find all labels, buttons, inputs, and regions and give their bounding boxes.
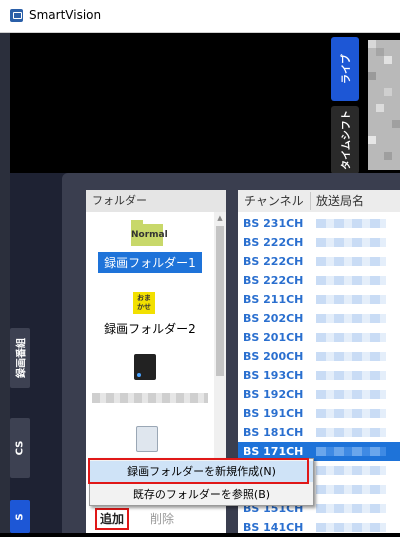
channel-row[interactable]: BS 202CH <box>238 309 400 328</box>
channel-number: BS 191CH <box>243 407 304 420</box>
station-name-redacted <box>316 371 386 380</box>
folder-item-label: 録画フォルダー2 <box>104 322 196 336</box>
channel-row[interactable]: BS 201CH <box>238 328 400 347</box>
folder-item-hdd[interactable] <box>86 354 214 407</box>
channel-number: BS 200CH <box>243 350 304 363</box>
station-name-redacted <box>316 485 386 494</box>
folder-item-2[interactable]: おま かせ 録画フォルダー2 <box>86 292 214 337</box>
channel-row[interactable]: BS 181CH <box>238 423 400 442</box>
channel-row[interactable]: BS 222CH <box>238 233 400 252</box>
tab-bs[interactable]: S <box>10 500 30 533</box>
column-header-channel[interactable]: チャンネル <box>244 190 304 212</box>
folder-item-label-redacted <box>92 393 208 403</box>
tab-timeshift[interactable]: タイムシフト <box>331 106 359 174</box>
channel-row[interactable]: BS 222CH <box>238 252 400 271</box>
channel-row[interactable]: BS 193CH <box>238 366 400 385</box>
window-title: SmartVision <box>29 8 102 22</box>
channel-row[interactable]: BS 192CH <box>238 385 400 404</box>
normal-folder-icon: Normal <box>131 220 168 246</box>
station-name-redacted <box>316 352 386 361</box>
tab-recorded-programs[interactable]: 録画番組 <box>10 328 30 388</box>
channel-row[interactable]: BS 222CH <box>238 271 400 290</box>
title-bar: SmartVision <box>0 0 400 33</box>
folder-item-label: 録画フォルダー1 <box>98 252 202 273</box>
channel-number: BS 192CH <box>243 388 304 401</box>
folder-item-usb[interactable] <box>86 426 214 452</box>
hdd-icon <box>134 354 156 380</box>
channel-number: BS 222CH <box>243 236 304 249</box>
station-name-redacted <box>316 523 386 532</box>
delete-button[interactable]: 削除 <box>150 510 174 527</box>
folder-header: フォルダー <box>86 190 226 212</box>
folder-scrollbar[interactable]: ▲ <box>214 212 226 499</box>
station-name-redacted <box>316 295 386 304</box>
menu-item-new-folder[interactable]: 録画フォルダーを新規作成(N) <box>90 461 313 482</box>
station-name-redacted <box>316 504 386 513</box>
channel-list-header: チャンネル 放送局名 <box>238 190 400 212</box>
left-side-strip <box>0 33 10 533</box>
channel-number: BS 141CH <box>243 521 304 534</box>
context-menu: 録画フォルダーを新規作成(N) 既存のフォルダーを参照(B) <box>89 458 314 506</box>
station-name-redacted <box>316 428 386 437</box>
omakase-folder-icon: おま かせ <box>133 292 155 314</box>
station-name-redacted <box>316 447 386 456</box>
channel-row[interactable]: BS 191CH <box>238 404 400 423</box>
station-name-redacted <box>316 257 386 266</box>
station-name-redacted <box>316 390 386 399</box>
tab-live-label: ライブ <box>341 54 353 84</box>
video-area <box>10 33 360 173</box>
channel-number: BS 193CH <box>243 369 304 382</box>
station-name-redacted <box>316 238 386 247</box>
scroll-up-icon[interactable]: ▲ <box>214 212 226 224</box>
app-icon <box>10 9 23 22</box>
scroll-thumb[interactable] <box>216 226 224 376</box>
channel-row[interactable]: BS 231CH <box>238 214 400 233</box>
channel-row[interactable]: BS 141CH <box>238 518 400 537</box>
station-name-redacted <box>316 466 386 475</box>
add-button[interactable]: 追加 <box>95 508 129 530</box>
station-name-redacted <box>316 314 386 323</box>
channel-number: BS 202CH <box>243 312 304 325</box>
channel-number: BS 222CH <box>243 255 304 268</box>
tab-bs-label: S <box>14 512 26 521</box>
tab-live[interactable]: ライブ <box>331 37 359 101</box>
blurred-thumbnail-strip <box>368 40 400 170</box>
station-name-redacted <box>316 219 386 228</box>
tab-recorded-programs-label: 録画番組 <box>16 338 28 378</box>
channel-number: BS 201CH <box>243 331 304 344</box>
channel-number: BS 181CH <box>243 426 304 439</box>
menu-item-browse-folder[interactable]: 既存のフォルダーを参照(B) <box>90 484 313 505</box>
tab-cs[interactable]: CS <box>10 418 30 478</box>
station-name-redacted <box>316 409 386 418</box>
station-name-redacted <box>316 276 386 285</box>
column-header-station[interactable]: 放送局名 <box>316 190 364 212</box>
channel-row[interactable]: BS 200CH <box>238 347 400 366</box>
column-divider <box>310 192 311 210</box>
channel-number: BS 222CH <box>243 274 304 287</box>
channel-number: BS 231CH <box>243 217 304 230</box>
channel-number: BS 211CH <box>243 293 304 306</box>
channel-row[interactable]: BS 211CH <box>238 290 400 309</box>
usb-drive-icon <box>136 426 158 452</box>
station-name-redacted <box>316 333 386 342</box>
folder-item-1[interactable]: Normal 録画フォルダー1 <box>86 220 214 273</box>
tab-cs-label: CS <box>14 440 26 456</box>
tab-timeshift-label: タイムシフト <box>341 110 353 170</box>
